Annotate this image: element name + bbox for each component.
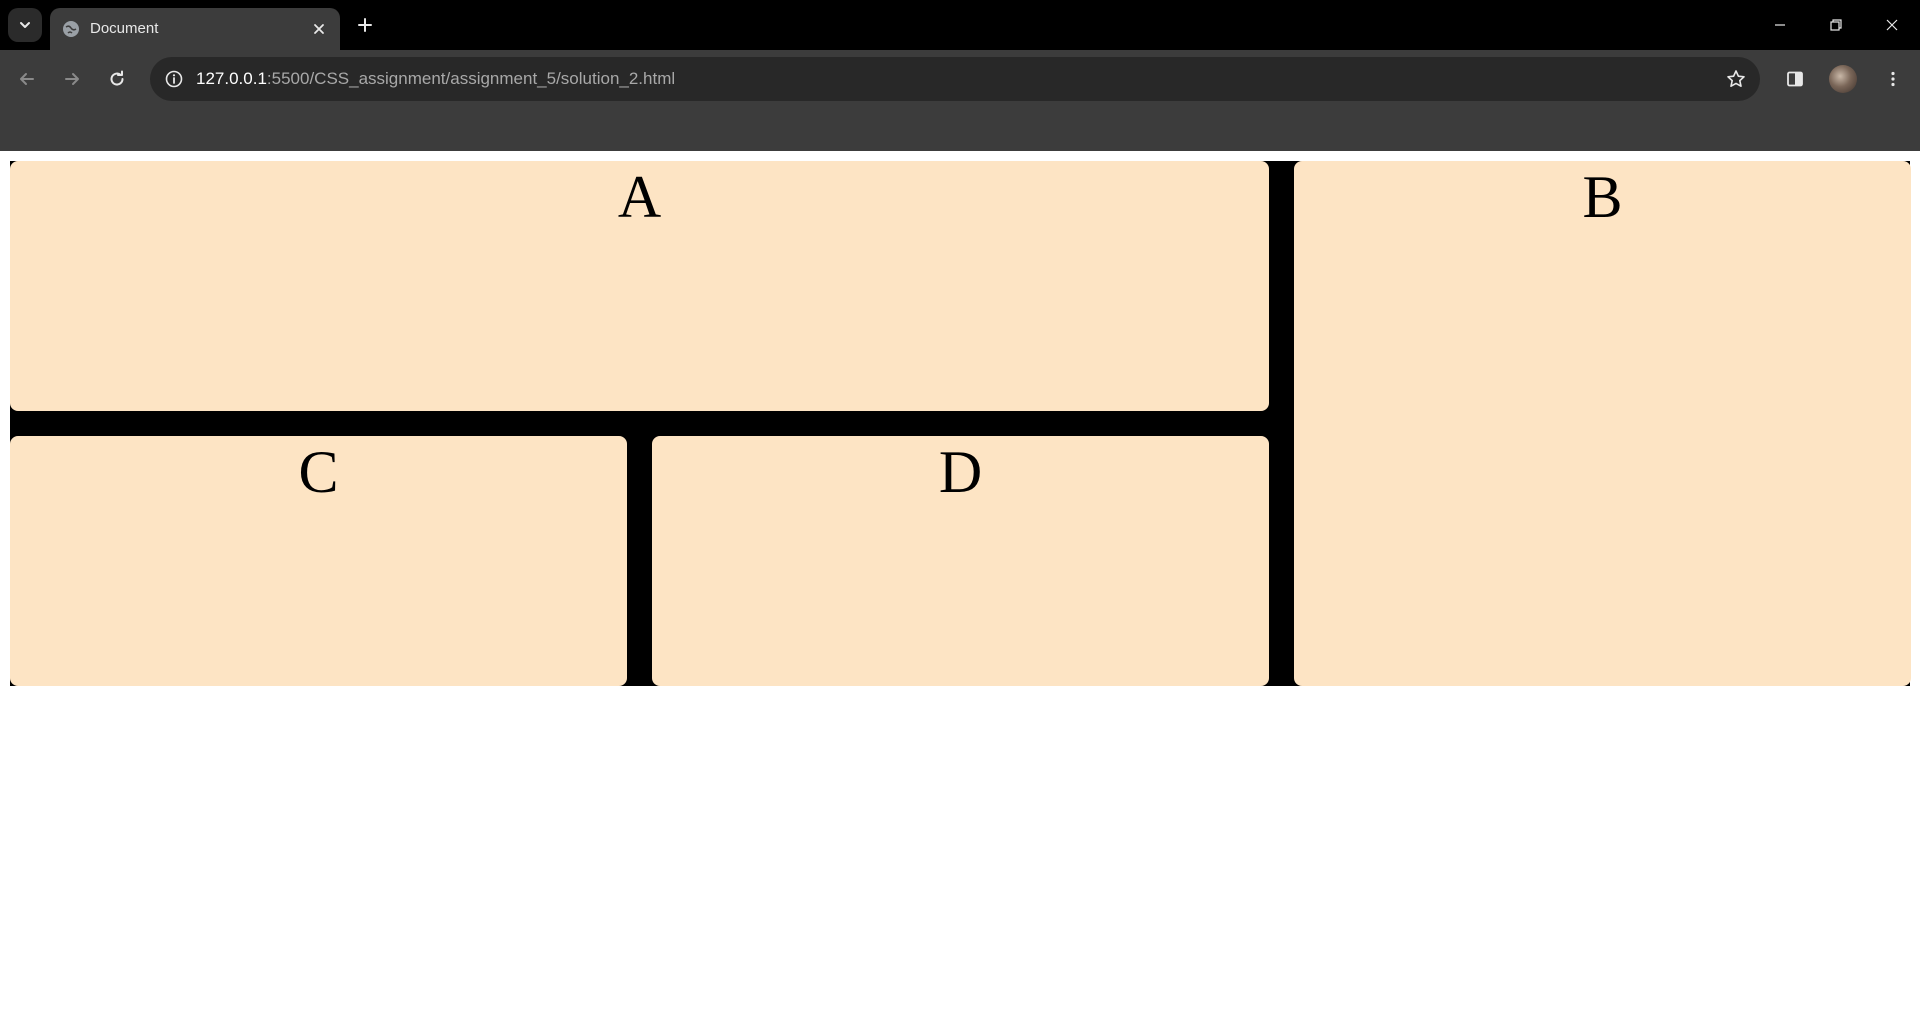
- box-a: A: [10, 161, 1269, 411]
- arrow-left-icon: [20, 73, 34, 85]
- bookmarks-bar: [0, 108, 1920, 151]
- site-info-button[interactable]: [160, 65, 188, 93]
- tab-title: Document: [90, 20, 159, 37]
- browser-toolbar: 127.0.0.1:5500/CSS_assignment/assignment…: [0, 50, 1920, 108]
- reload-button[interactable]: [101, 63, 133, 95]
- url-path: :5500/CSS_assignment/assignment_5/soluti…: [266, 69, 676, 88]
- tab-close-button[interactable]: [310, 20, 328, 38]
- new-tab-button[interactable]: [352, 12, 378, 38]
- address-bar[interactable]: 127.0.0.1:5500/CSS_assignment/assignment…: [150, 57, 1760, 101]
- url-host: 127.0.0.1: [196, 69, 267, 88]
- side-panel-icon: [1787, 71, 1803, 87]
- url-text[interactable]: 127.0.0.1:5500/CSS_assignment/assignment…: [196, 69, 675, 89]
- page-content: A B C D: [0, 151, 1920, 1020]
- bookmark-button[interactable]: [1724, 67, 1748, 91]
- close-icon: [1886, 19, 1898, 31]
- window-controls: [1752, 0, 1920, 50]
- star-icon: [1727, 70, 1745, 87]
- back-button[interactable]: [11, 63, 43, 95]
- restore-icon: [1830, 19, 1842, 31]
- plus-icon: [358, 18, 372, 32]
- kebab-menu-icon: [1891, 71, 1895, 87]
- grid-container: A B C D: [10, 161, 1911, 686]
- forward-button[interactable]: [56, 63, 88, 95]
- tab-strip: Document: [0, 0, 1920, 50]
- browser-menu-button[interactable]: [1877, 63, 1909, 95]
- box-c: C: [10, 436, 627, 686]
- tab-search-button[interactable]: [8, 8, 42, 42]
- tab-document[interactable]: Document: [50, 8, 340, 50]
- minimize-button[interactable]: [1752, 0, 1808, 50]
- side-panel-button[interactable]: [1779, 63, 1811, 95]
- chevron-down-icon: [20, 22, 30, 28]
- arrow-right-icon: [65, 73, 79, 85]
- profile-avatar[interactable]: [1829, 65, 1857, 93]
- minimize-icon: [1775, 24, 1785, 26]
- close-window-button[interactable]: [1864, 0, 1920, 50]
- reload-icon: [110, 70, 124, 86]
- browser-window: Document 127.0.0.1:5500/CSS_assignment/a…: [0, 0, 1920, 151]
- restore-button[interactable]: [1808, 0, 1864, 50]
- globe-icon: [63, 21, 79, 37]
- box-b: B: [1294, 161, 1911, 686]
- close-icon: [314, 24, 324, 34]
- box-d: D: [652, 436, 1269, 686]
- info-icon: [165, 70, 183, 88]
